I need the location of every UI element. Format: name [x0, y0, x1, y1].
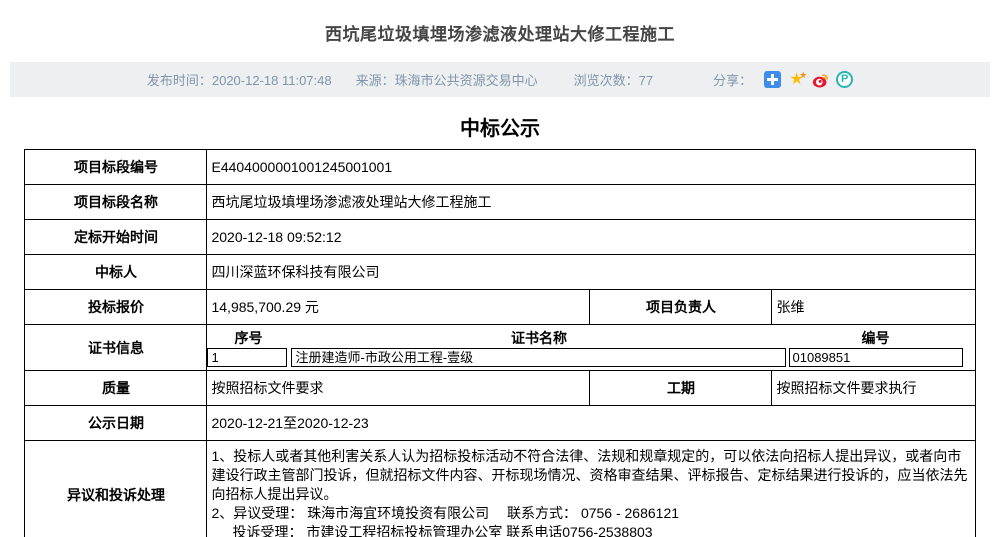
project-code-label: 项目标段编号 [25, 150, 207, 185]
pengyou-share-icon[interactable]: P [836, 71, 853, 88]
certificate-no-value: 1 [207, 348, 287, 367]
winner-value: 四川深蓝环保科技有限公司 [207, 255, 975, 290]
publish-time-value: 2020-12-18 11:07:48 [212, 73, 332, 88]
weibo-share-icon[interactable] [812, 71, 829, 88]
certificate-cell: 序号 证书名称 编号 1 注册建造师-市政公用工程-壹级 01089851 [207, 325, 975, 371]
meta-bar: 发布时间：2020-12-18 11:07:48 来源：珠海市公共资源交易中心 … [10, 62, 990, 97]
manager-label: 项目负责人 [590, 290, 772, 325]
view-count: 浏览次数：77 [574, 70, 653, 89]
certificate-data-row: 1 注册建造师-市政公用工程-壹级 01089851 [207, 348, 974, 367]
table-row: 公示日期 2020-12-21至2020-12-23 [25, 406, 975, 441]
objection-cell: 1、投标人或者其他利害关系人认为招标投标活动不符合法律、法规和规章规定的，可以依… [207, 441, 975, 537]
decision-start-label: 定标开始时间 [25, 220, 207, 255]
table-row: 项目标段编号 E4404000001001245001001 [25, 150, 975, 185]
share-more-icon[interactable] [764, 71, 781, 88]
table-row: 异议和投诉处理 1、投标人或者其他利害关系人认为招标投标活动不符合法律、法规和规… [25, 441, 975, 537]
table-row: 质量 按照招标文件要求 工期 按照招标文件要求执行 [25, 371, 975, 406]
certificate-header-row: 序号 证书名称 编号 [207, 327, 974, 348]
project-name-value: 西坑尾垃圾填埋场渗滤液处理站大修工程施工 [207, 185, 975, 220]
certificate-code-header: 编号 [789, 328, 963, 348]
decision-start-value: 2020-12-18 09:52:12 [207, 220, 975, 255]
project-name-label: 项目标段名称 [25, 185, 207, 220]
share-icons: ★★ P [764, 71, 853, 88]
project-code-value: E4404000001001245001001 [207, 150, 975, 185]
duration-label: 工期 [590, 371, 772, 406]
table-row: 中标人 四川深蓝环保科技有限公司 [25, 255, 975, 290]
certificate-code-value: 01089851 [789, 348, 963, 367]
certificate-label: 证书信息 [25, 325, 207, 371]
announcement-heading: 中标公示 [0, 112, 1000, 141]
bid-price-label: 投标报价 [25, 290, 207, 325]
publicity-date-value: 2020-12-21至2020-12-23 [207, 406, 975, 441]
publicity-date-label: 公示日期 [25, 406, 207, 441]
certificate-no-header: 序号 [207, 328, 289, 348]
manager-value: 张维 [772, 290, 975, 325]
view-count-label: 浏览次数： [574, 73, 639, 88]
objection-line-3: 投诉受理： 市建设工程招标投标管理办公室 联系电话0756-2538803 [211, 523, 969, 537]
table-row: 项目标段名称 西坑尾垃圾填埋场渗滤液处理站大修工程施工 [25, 185, 975, 220]
quality-label: 质量 [25, 371, 207, 406]
winner-label: 中标人 [25, 255, 207, 290]
source-label: 来源： [356, 73, 395, 88]
view-count-value: 77 [639, 73, 653, 88]
bid-price-value: 14,985,700.29 元 [207, 290, 590, 325]
publish-time: 发布时间：2020-12-18 11:07:48 [147, 70, 332, 89]
certificate-name-header: 证书名称 [289, 328, 788, 348]
publish-time-label: 发布时间： [147, 73, 212, 88]
objection-paragraph-1: 1、投标人或者其他利害关系人认为招标投标活动不符合法律、法规和规章规定的，可以依… [211, 447, 969, 504]
qzone-share-icon[interactable]: ★★ [788, 71, 805, 88]
source-value: 珠海市公共资源交易中心 [395, 73, 538, 88]
page-title: 西坑尾垃圾填埋场渗滤液处理站大修工程施工 [0, 0, 1000, 45]
bid-result-table: 项目标段编号 E4404000001001245001001 项目标段名称 西坑… [24, 149, 975, 537]
objection-label: 异议和投诉处理 [25, 441, 207, 537]
duration-value: 按照招标文件要求执行 [772, 371, 975, 406]
table-row: 证书信息 序号 证书名称 编号 1 注册建造师-市政公用工程-壹级 010898… [25, 325, 975, 371]
table-row: 投标报价 14,985,700.29 元 项目负责人 张维 [25, 290, 975, 325]
objection-line-2: 2、异议受理： 珠海市海宜环境投资有限公司 联系方式： 0756 - 26861… [211, 504, 969, 523]
share-label: 分享： [713, 70, 752, 89]
certificate-name-value: 注册建造师-市政公用工程-壹级 [291, 348, 785, 367]
quality-value: 按照招标文件要求 [207, 371, 590, 406]
source: 来源：珠海市公共资源交易中心 [356, 70, 538, 89]
table-row: 定标开始时间 2020-12-18 09:52:12 [25, 220, 975, 255]
